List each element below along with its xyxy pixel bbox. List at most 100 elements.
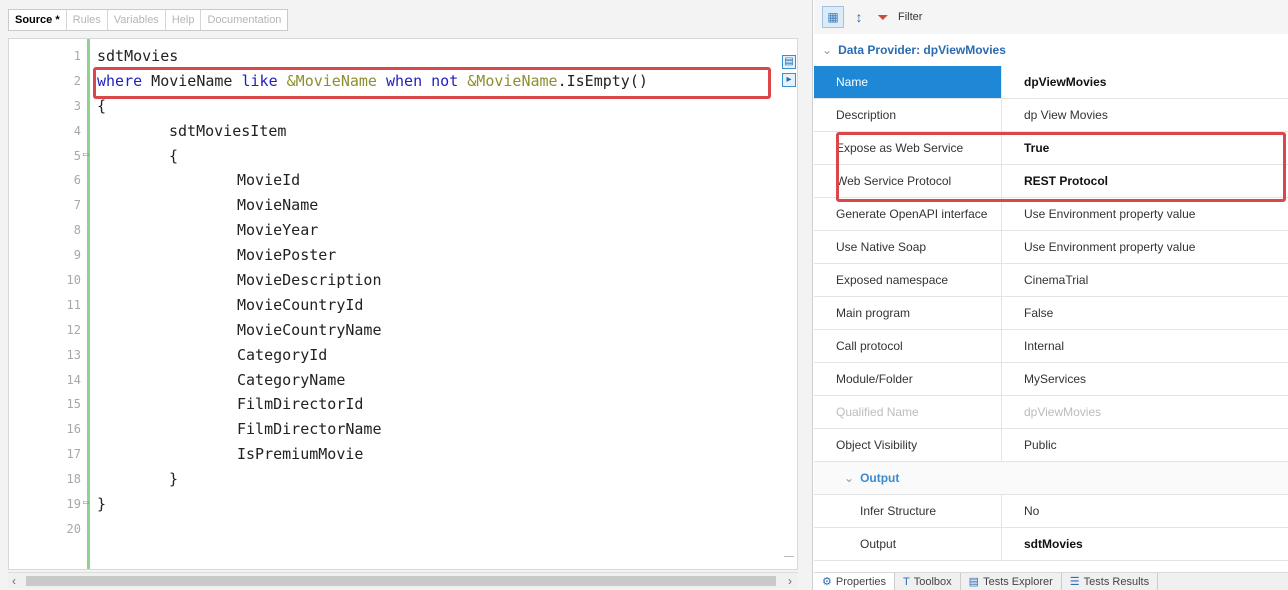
property-value[interactable]: CinemaTrial [1002, 264, 1288, 296]
property-name: Generate OpenAPI interface [814, 198, 1002, 230]
code-line[interactable]: 11 MovieCountryId [9, 294, 797, 319]
tab-tests-explorer[interactable]: ▤ Tests Explorer [961, 573, 1062, 590]
code-field: MovieCountryId [237, 295, 364, 314]
code-text: { [169, 146, 179, 165]
sort-alphabetical-icon[interactable]: ↕ [850, 6, 868, 28]
property-row-qualified-name: Qualified Name dpViewMovies [814, 396, 1288, 429]
bottom-tool-tabs: ⚙ Properties T Toolbox ▤ Tests Explorer ☰ Te… [814, 572, 1288, 590]
code-field: MovieId [237, 171, 301, 190]
property-row-module-folder[interactable]: Module/Folder MyServices [814, 363, 1288, 396]
property-name: Call protocol [814, 330, 1002, 362]
tab-rules[interactable]: Rules [67, 10, 108, 30]
property-row-call-protocol[interactable]: Call protocol Internal [814, 330, 1288, 363]
property-value[interactable]: Use Environment property value [1002, 231, 1288, 263]
tab-documentation[interactable]: Documentation [201, 10, 287, 30]
code-line[interactable]: 20 [9, 518, 797, 543]
scroll-left-icon[interactable]: ‹ [12, 573, 16, 589]
collapse-chevron-icon[interactable]: ⌄ [822, 43, 832, 57]
code-line[interactable]: 19 ▭ } [9, 493, 797, 518]
code-line[interactable]: 10 MovieDescription [9, 269, 797, 294]
property-row-use-native-soap[interactable]: Use Native Soap Use Environment property… [814, 231, 1288, 264]
property-row-description[interactable]: Description dp View Movies [814, 99, 1288, 132]
property-name: Main program [814, 297, 1002, 329]
line-number: 9 [73, 248, 81, 263]
code-line[interactable]: 13 CategoryId [9, 344, 797, 369]
line-number: 6 [73, 173, 81, 188]
code-text: } [169, 470, 179, 489]
tab-help[interactable]: Help [166, 10, 202, 30]
property-group-output[interactable]: ⌄ Output [814, 462, 1288, 495]
property-row-infer-structure[interactable]: Infer Structure No [814, 495, 1288, 528]
line-number: 19 [66, 497, 81, 512]
line-number: 2 [73, 73, 81, 88]
code-line[interactable]: 15 FilmDirectorId [9, 393, 797, 418]
code-line[interactable]: 8 MovieYear [9, 219, 797, 244]
categorized-view-icon[interactable]: ▦ [822, 6, 844, 28]
property-value[interactable]: Internal [1002, 330, 1288, 362]
fold-marker-icon[interactable]: ▭ [83, 497, 89, 508]
horizontal-scrollbar[interactable]: ‹ › [8, 572, 798, 588]
tab-variables[interactable]: Variables [108, 10, 166, 30]
filter-label[interactable]: Filter [898, 11, 922, 23]
code-line[interactable]: 6 MovieId [9, 169, 797, 194]
property-value[interactable]: Use Environment property value [1002, 198, 1288, 230]
line-number: 7 [73, 198, 81, 213]
property-row-name[interactable]: Name dpViewMovies [814, 66, 1288, 99]
code-field: IsPremiumMovie [237, 445, 364, 464]
property-row-object-visibility[interactable]: Object Visibility Public [814, 429, 1288, 462]
expand-icon[interactable]: ▸ [782, 73, 796, 87]
collapse-chevron-icon[interactable]: ⌄ [844, 471, 854, 485]
web-service-highlight [836, 132, 1286, 202]
code-field: MovieCountryName [237, 320, 382, 339]
code-field: MovieYear [237, 221, 319, 240]
tab-source[interactable]: Source * [9, 10, 67, 30]
tab-label: Tests Results [1083, 575, 1150, 588]
code-line[interactable]: 12 MovieCountryName [9, 319, 797, 344]
code-text: } [97, 495, 107, 514]
filter-icon[interactable]: ⏷ [874, 6, 892, 28]
tab-toolbox[interactable]: T Toolbox [895, 573, 961, 590]
line-number: 20 [66, 521, 81, 536]
tab-tests-results[interactable]: ☰ Tests Results [1062, 573, 1159, 590]
property-value[interactable]: dp View Movies [1002, 99, 1288, 131]
code-field: CategoryId [237, 345, 328, 364]
code-line[interactable]: 17 IsPremiumMovie [9, 443, 797, 468]
property-row-generate-openapi[interactable]: Generate OpenAPI interface Use Environme… [814, 198, 1288, 231]
code-line[interactable]: 9 MoviePoster [9, 244, 797, 269]
code-line[interactable]: 18 } [9, 468, 797, 493]
collapse-icon[interactable]: ▤ [782, 55, 796, 69]
line-number: 17 [66, 447, 81, 462]
code-line[interactable]: 7 MovieName [9, 194, 797, 219]
property-row-output[interactable]: Output sdtMovies [814, 528, 1288, 561]
fold-marker-icon[interactable]: ▭ [83, 149, 89, 160]
section-title: Data Provider: dpViewMovies [838, 43, 1006, 57]
property-row-exposed-namespace[interactable]: Exposed namespace CinemaTrial [814, 264, 1288, 297]
properties-pane: ▦ ↕ ⏷ Filter ⌄ Data Provider: dpViewMovie… [814, 0, 1288, 590]
code-editor[interactable]: 1 sdtMovies 2 where MovieName like &Movi… [8, 38, 798, 570]
scroll-right-icon[interactable]: › [788, 573, 792, 589]
code-text: sdtMoviesItem [169, 121, 287, 140]
property-value[interactable]: sdtMovies [1002, 528, 1288, 560]
code-line[interactable]: 16 FilmDirectorName [9, 418, 797, 443]
vertical-scrollbar[interactable]: ▤ ▸ [782, 39, 797, 569]
line-number: 1 [73, 49, 81, 63]
property-value[interactable]: False [1002, 297, 1288, 329]
property-name: Output [814, 528, 1002, 560]
property-value: dpViewMovies [1024, 405, 1102, 419]
property-value[interactable]: MyServices [1002, 363, 1288, 395]
property-value[interactable]: dpViewMovies [1002, 66, 1288, 98]
editor-tabbar: Source * Rules Variables Help Documentat… [8, 9, 289, 31]
code-line[interactable]: 5 ▭ { [9, 145, 797, 170]
data-provider-section-header[interactable]: ⌄ Data Provider: dpViewMovies [814, 38, 1288, 62]
property-value[interactable]: Public [1002, 429, 1288, 461]
scroll-thumb[interactable] [26, 576, 776, 586]
tab-properties[interactable]: ⚙ Properties [814, 573, 896, 590]
source-editor-pane: Source * Rules Variables Help Documentat… [0, 0, 813, 590]
code-line[interactable]: 4 sdtMoviesItem [9, 120, 797, 145]
where-clause-highlight [93, 67, 771, 99]
properties-icon: ⚙ [822, 576, 832, 588]
property-value[interactable]: No [1002, 495, 1288, 527]
property-group-title: ⌄ Output [814, 462, 1002, 494]
code-line[interactable]: 14 CategoryName [9, 369, 797, 394]
property-row-main-program[interactable]: Main program False [814, 297, 1288, 330]
